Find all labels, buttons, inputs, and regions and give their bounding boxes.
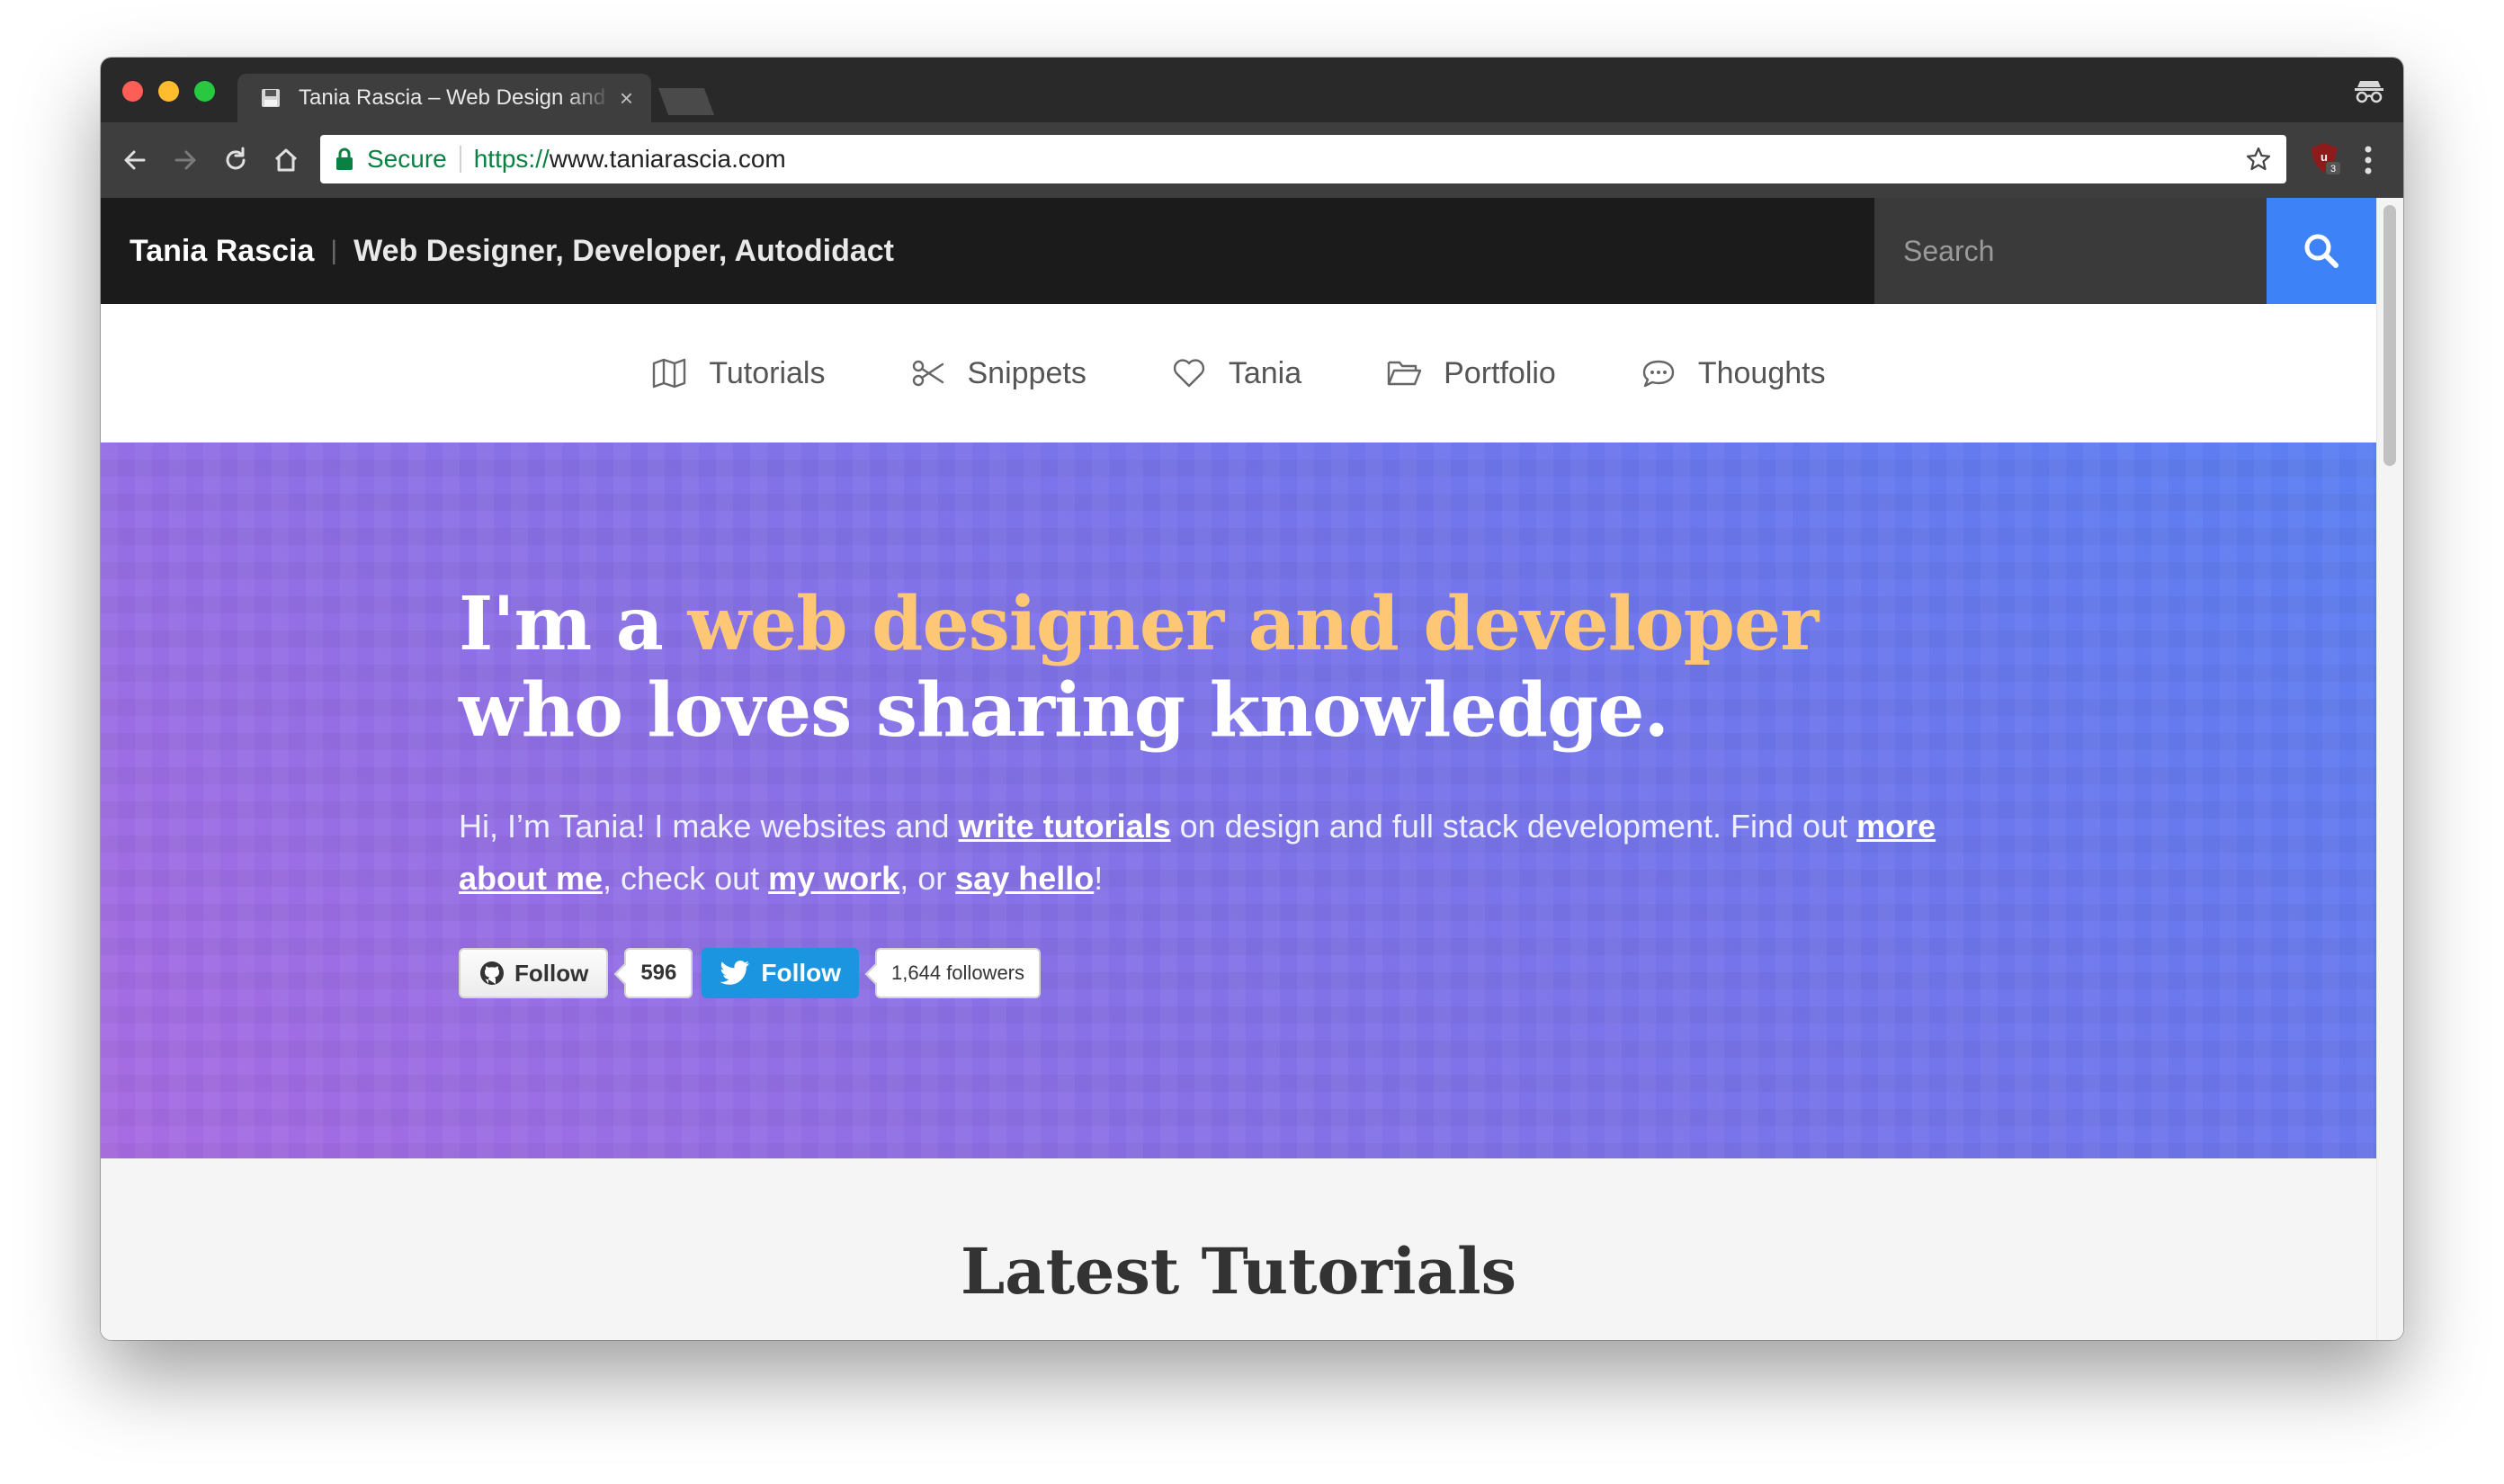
twitter-follow-label: Follow: [761, 959, 842, 987]
page-scrollbar[interactable]: [2376, 198, 2403, 1340]
site-tagline: Web Designer, Developer, Autodidact: [353, 233, 894, 268]
bookmark-star-icon[interactable]: [2245, 146, 2272, 173]
nav-item-tania[interactable]: Tania: [1171, 355, 1301, 391]
speech-bubble-icon: [1642, 360, 1675, 388]
header-separator: |: [330, 236, 338, 265]
github-follow-label: Follow: [514, 959, 589, 987]
nav-label: Tania: [1228, 355, 1302, 390]
my-work-link[interactable]: my work: [768, 860, 899, 897]
github-follow-button[interactable]: Follow: [459, 948, 609, 998]
follow-buttons: Follow 596 Follow 1,644 followers: [459, 948, 1988, 998]
main-nav: Tutorials Snippets Tania Portfolio Thoug…: [101, 304, 2376, 443]
search-button[interactable]: [2267, 198, 2376, 304]
nav-item-thoughts[interactable]: Thoughts: [1641, 355, 1826, 391]
close-window-button[interactable]: [122, 81, 143, 102]
intro-text: , check out: [603, 860, 769, 897]
hero-heading: I'm a web designer and developer who lov…: [459, 581, 1988, 754]
twitter-follow-button[interactable]: Follow: [702, 948, 860, 998]
twitter-bird-icon: [720, 961, 750, 985]
heading-start: I'm a: [459, 581, 688, 667]
hero-intro: Hi, I’m Tania! I make websites and write…: [459, 800, 1988, 905]
tab-bar: Tania Rascia – Web Design and Developmen…: [101, 58, 2403, 122]
reload-icon[interactable]: [219, 144, 252, 176]
url-scheme: https://: [473, 145, 550, 173]
github-follower-count[interactable]: 596: [624, 948, 693, 998]
browser-menu-icon[interactable]: [2364, 142, 2373, 178]
back-arrow-icon[interactable]: [119, 144, 151, 176]
url-host: www.taniarascia.com: [549, 145, 786, 173]
intro-text: !: [1094, 860, 1104, 897]
minimize-window-button[interactable]: [158, 81, 179, 102]
github-icon: [480, 961, 504, 985]
site-name-link[interactable]: Tania Rascia: [130, 234, 314, 269]
extension-badge: 3: [2330, 164, 2336, 174]
web-page: Tania Rascia | Web Designer, Developer, …: [101, 198, 2376, 1340]
heart-icon: [1173, 359, 1204, 388]
scissors-icon: [912, 360, 943, 387]
svg-text:u: u: [2321, 150, 2328, 164]
heading-accent: web designer and developer: [687, 581, 1819, 667]
forward-arrow-icon[interactable]: [169, 144, 201, 176]
tab-title: Tania Rascia – Web Design and Developmen…: [299, 85, 613, 110]
page-viewport: Tania Rascia | Web Designer, Developer, …: [101, 198, 2403, 1340]
search-input[interactable]: [1874, 198, 2267, 304]
nav-item-portfolio[interactable]: Portfolio: [1386, 355, 1556, 391]
browser-window: Tania Rascia – Web Design and Developmen…: [101, 58, 2403, 1340]
write-tutorials-link[interactable]: write tutorials: [959, 808, 1171, 845]
nav-label: Portfolio: [1444, 355, 1556, 390]
nav-label: Snippets: [967, 355, 1087, 390]
floppy-disk-icon: [262, 89, 280, 107]
twitter-follower-count[interactable]: 1,644 followers: [875, 948, 1042, 998]
nav-item-tutorials[interactable]: Tutorials: [651, 355, 826, 391]
intro-text: , or: [899, 860, 956, 897]
home-icon[interactable]: [270, 144, 302, 176]
nav-label: Tutorials: [709, 355, 826, 390]
nav-item-snippets[interactable]: Snippets: [910, 355, 1087, 391]
browser-toolbar: Secure https:// www.taniarascia.com u 3: [101, 122, 2403, 198]
site-header: Tania Rascia | Web Designer, Developer, …: [101, 198, 2376, 304]
hero-content: I'm a web designer and developer who lov…: [459, 581, 1988, 998]
browser-tab-active[interactable]: Tania Rascia – Web Design and Developmen…: [237, 74, 651, 122]
lock-icon: [336, 148, 353, 170]
nav-label: Thoughts: [1697, 355, 1826, 390]
tab-close-icon[interactable]: ×: [620, 85, 633, 112]
search-icon: [2304, 234, 2339, 268]
zoom-window-button[interactable]: [194, 81, 215, 102]
latest-tutorials-heading: Latest Tutorials: [961, 1234, 1516, 1309]
hero-section: I'm a web designer and developer who lov…: [101, 443, 2376, 1158]
new-tab-button[interactable]: [658, 88, 714, 115]
omnibox-divider: [459, 146, 461, 173]
say-hello-link[interactable]: say hello: [955, 860, 1094, 897]
incognito-icon: [2355, 81, 2383, 103]
security-label: Secure: [367, 145, 447, 173]
address-bar[interactable]: Secure https:// www.taniarascia.com: [320, 135, 2286, 183]
heading-end: who loves sharing knowledge.: [459, 667, 1669, 754]
intro-text: on design and full stack development. Fi…: [1170, 808, 1857, 845]
ublock-shield-icon[interactable]: u 3: [2306, 140, 2342, 176]
scrollbar-thumb[interactable]: [2383, 205, 2396, 466]
latest-tutorials-section: Latest Tutorials: [101, 1158, 2376, 1340]
intro-text: Hi, I’m Tania! I make websites and: [459, 808, 959, 845]
folder-icon: [1387, 361, 1422, 386]
map-icon: [653, 358, 686, 389]
